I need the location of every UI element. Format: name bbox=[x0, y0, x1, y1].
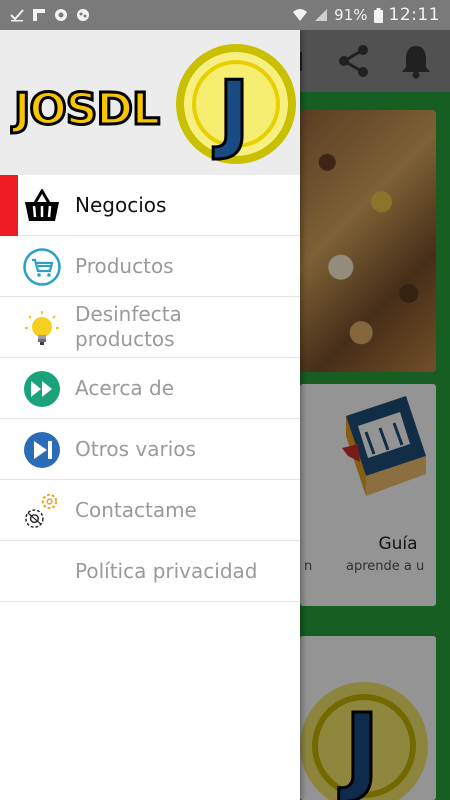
menu-item-acerca-de[interactable]: Acerca de bbox=[0, 358, 300, 419]
menu-item-negocios[interactable]: Negocios bbox=[0, 175, 300, 236]
menu-label-desinfecta-productos: Desinfecta productos bbox=[75, 302, 182, 351]
signal-icon bbox=[315, 9, 328, 21]
gears-icon bbox=[23, 492, 61, 530]
cart-icon bbox=[23, 248, 61, 286]
notification-icons bbox=[10, 8, 90, 22]
menu-item-desinfecta-productos[interactable]: Desinfecta productos bbox=[0, 297, 300, 358]
menu-item-otros-varios[interactable]: Otros varios bbox=[0, 419, 300, 480]
menu-label-contactame: Contactame bbox=[75, 497, 197, 522]
navigation-drawer: JOSDL J Negocios Productos Desinfecta pr… bbox=[0, 30, 300, 800]
menu-label-politica-privacidad: Política privacidad bbox=[75, 558, 258, 583]
svg-text:J: J bbox=[213, 63, 250, 163]
system-icons: 91% 12:11 bbox=[292, 5, 440, 25]
battery-percent: 91% bbox=[334, 6, 368, 24]
fast-forward-icon bbox=[23, 370, 61, 408]
menu-label-otros-varios: Otros varios bbox=[75, 436, 196, 461]
status-bar: 91% 12:11 bbox=[0, 0, 450, 30]
menu-label-productos: Productos bbox=[75, 253, 174, 278]
wifi-icon bbox=[293, 9, 308, 21]
clock: 12:11 bbox=[388, 5, 440, 25]
menu-label-acerca-de: Acerca de bbox=[75, 375, 175, 400]
josdl-logo: JOSDL J bbox=[10, 44, 296, 165]
gallery-icon bbox=[77, 9, 89, 21]
menu-item-politica-privacidad[interactable]: Política privacidad bbox=[0, 541, 300, 602]
basket-icon bbox=[23, 187, 61, 225]
check-notification-icon bbox=[10, 9, 24, 22]
skip-next-icon bbox=[23, 431, 61, 469]
flipboard-icon bbox=[33, 9, 45, 21]
svg-text:JOSDL: JOSDL bbox=[11, 84, 159, 135]
lightbulb-icon bbox=[23, 309, 61, 347]
drawer-header: JOSDL J bbox=[0, 30, 300, 175]
chrome-icon bbox=[55, 9, 67, 21]
menu-label-negocios: Negocios bbox=[75, 192, 167, 217]
battery-icon bbox=[373, 7, 383, 23]
menu-item-contactame[interactable]: Contactame bbox=[0, 480, 300, 541]
menu-item-productos[interactable]: Productos bbox=[0, 236, 300, 297]
